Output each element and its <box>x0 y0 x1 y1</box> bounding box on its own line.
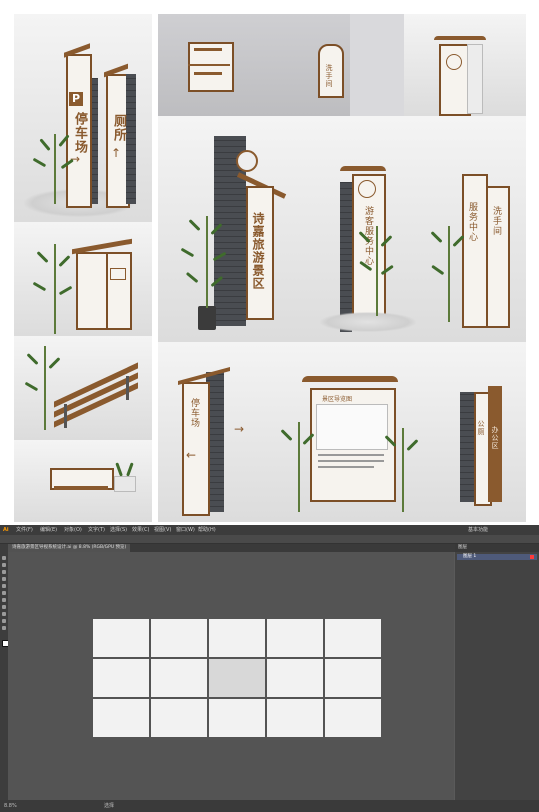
restroom-small-label: 洗手间 <box>325 64 333 88</box>
preview-parking-restroom-signs: P 停车场 厕所 ↑ → <box>14 14 152 222</box>
artboard-thumbnail[interactable] <box>267 619 323 657</box>
zoom-tool-icon[interactable] <box>2 626 6 630</box>
artboard-thumbnail[interactable] <box>267 659 323 697</box>
menu-bar: Ai 文件(F) 编辑(E) 对象(O) 文字(T) 选择(S) 效果(C) 视… <box>0 525 539 535</box>
artboard-thumbnail[interactable] <box>325 619 381 657</box>
menu-type[interactable]: 文字(T) <box>88 525 105 535</box>
rectangle-tool-icon[interactable] <box>2 584 6 588</box>
menu-effect[interactable]: 效果(C) <box>132 525 149 535</box>
menu-object[interactable]: 对象(O) <box>64 525 82 535</box>
type-tool-icon[interactable] <box>2 577 6 581</box>
preview-scenic-gate-sign: 诗嘉旅游景区 <box>158 116 310 342</box>
preview-slim-pillars: 公厕 办公区 <box>426 342 526 522</box>
restroom-sign-label: 厕所 <box>111 114 126 142</box>
workspace-switcher[interactable]: 基本功能 <box>468 525 488 535</box>
control-bar <box>0 535 539 544</box>
menu-view[interactable]: 视图(V) <box>154 525 171 535</box>
layers-panel-title[interactable]: 图层 <box>455 544 539 552</box>
layer-row[interactable]: 图层 1 <box>457 554 537 560</box>
rotate-tool-icon[interactable] <box>2 598 6 602</box>
preview-bench <box>14 336 152 440</box>
artboard-thumbnail[interactable] <box>267 699 323 737</box>
artboard-thumbnail[interactable] <box>209 619 265 657</box>
map-title-text: 景区导览图 <box>322 396 353 403</box>
artboard-thumbnail[interactable] <box>93 619 149 657</box>
toilet-pillar-label: 公厕 <box>477 420 485 436</box>
direct-select-icon[interactable] <box>2 563 6 567</box>
document-tab-bar: 诗嘉旅游景区导视系统设计.ai @ 8.8% (RGB/GPU 预览) <box>8 544 460 552</box>
artboard-thumbnail[interactable] <box>151 699 207 737</box>
preview-brick-direction-sign: 停车场 → ← <box>158 342 274 522</box>
tools-panel <box>0 544 9 800</box>
document-tab[interactable]: 诗嘉旅游景区导视系统设计.ai @ 8.8% (RGB/GPU 预览) <box>8 544 131 552</box>
map-image <box>316 404 388 450</box>
artboard-thumbnail[interactable] <box>151 619 207 657</box>
parking-sign-label: 停车场 <box>72 112 87 154</box>
office-pillar-label: 办公区 <box>491 426 499 450</box>
zoom-level[interactable]: 8.8% <box>4 800 17 812</box>
preview-arch-sign <box>404 14 526 116</box>
layer-color-swatch <box>530 555 534 559</box>
preview-planter-sign <box>14 440 152 522</box>
parking-p-icon: P <box>69 92 83 106</box>
preview-gate-lamp <box>14 222 152 336</box>
menu-edit[interactable]: 编辑(E) <box>40 525 57 535</box>
preview-corner-sign: 洗手间 <box>310 14 404 116</box>
illustrator-window: Ai 文件(F) 编辑(E) 对象(O) 文字(T) 选择(S) 效果(C) 视… <box>0 525 539 812</box>
washroom-label: 洗手间 <box>491 206 501 236</box>
preview-arch-pillar-sign: 游客服务中心 <box>310 116 426 342</box>
layers-panel: 图层 图层 1 <box>455 544 539 800</box>
arrow-left-icon: ← <box>186 448 197 462</box>
scale-tool-icon[interactable] <box>2 605 6 609</box>
artboard-thumbnail[interactable] <box>151 659 207 697</box>
parking-direction-label: 停车场 <box>189 398 199 428</box>
hand-tool-icon[interactable] <box>2 619 6 623</box>
menu-select[interactable]: 选择(S) <box>110 525 127 535</box>
select-tool-icon[interactable] <box>2 556 6 560</box>
canvas-area[interactable] <box>8 552 454 800</box>
pen-tool-icon[interactable] <box>2 570 6 574</box>
artboard-thumbnail[interactable] <box>209 659 265 697</box>
preview-map-board: 景区导览图 <box>274 342 426 522</box>
preview-wall-sign-box <box>158 14 310 116</box>
menu-window[interactable]: 窗口(W) <box>176 525 195 535</box>
eyedropper-icon[interactable] <box>2 612 6 616</box>
preview-double-post-sign: 洗手间 服务中心 <box>426 116 526 342</box>
artboard-thumbnail[interactable] <box>93 659 149 697</box>
arrow-up-icon: ↑ <box>111 146 122 160</box>
artboard-thumbnail[interactable] <box>209 699 265 737</box>
layer-name: 图层 1 <box>463 554 477 559</box>
artboard-thumbnail[interactable] <box>325 699 381 737</box>
center-label: 服务中心 <box>467 202 477 242</box>
app-logo: Ai <box>3 527 9 533</box>
status-tool: 选择 <box>104 803 115 809</box>
status-bar: 8.8% 选择 <box>0 800 539 812</box>
arrow-right-icon-2: → <box>234 422 245 436</box>
menu-file[interactable]: 文件(F) <box>16 525 33 535</box>
artboard-thumbnail[interactable] <box>93 699 149 737</box>
menu-help[interactable]: 帮助(H) <box>198 525 216 535</box>
brush-tool-icon[interactable] <box>2 591 6 595</box>
scenic-name-label: 诗嘉旅游景区 <box>251 212 265 290</box>
artboard-thumbnail[interactable] <box>325 659 381 697</box>
